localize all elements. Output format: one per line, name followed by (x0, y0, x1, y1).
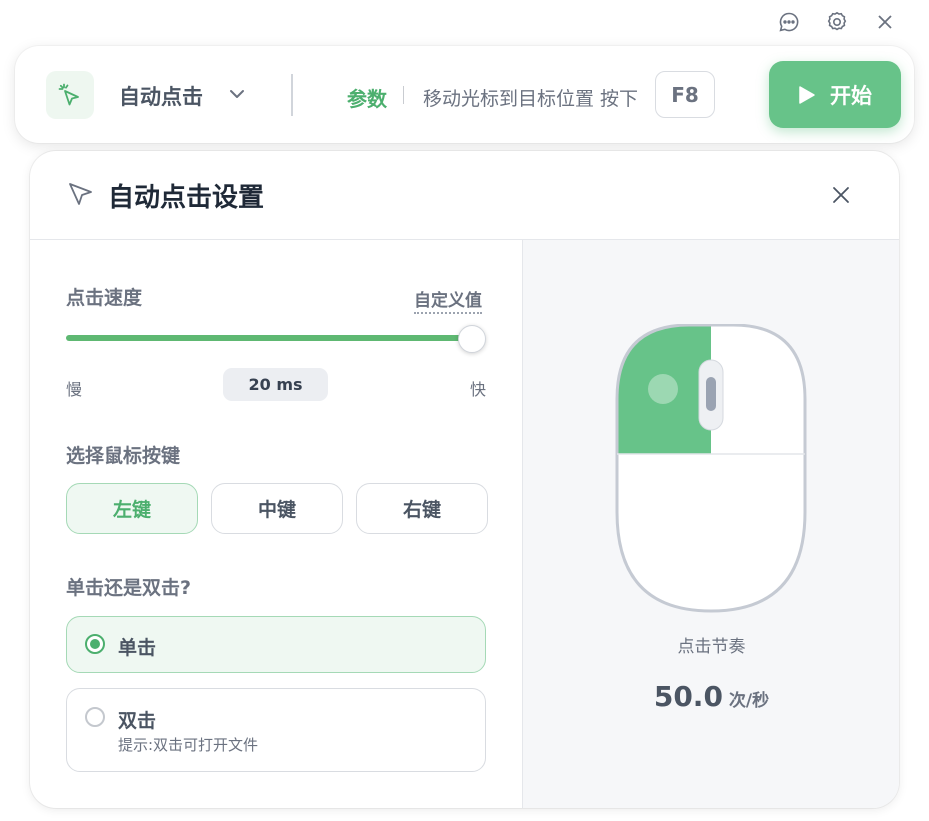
start-button[interactable]: 开始 (769, 61, 901, 128)
preview-pane: 点击节奏 50.0 次/秒 (522, 240, 899, 808)
left-button-option[interactable]: 左键 (66, 483, 198, 534)
window-controls (775, 8, 899, 36)
mouse-button-label: 选择鼠标按键 (66, 445, 181, 467)
gear-icon[interactable] (823, 8, 851, 36)
single-click-option[interactable]: 单击 (66, 616, 486, 673)
right-button-option[interactable]: 右键 (356, 483, 488, 534)
double-click-option[interactable]: 双击 提示:双击可打开文件 (66, 688, 486, 772)
close-icon[interactable] (871, 8, 899, 36)
click-rate: 50.0 次/秒 (523, 680, 899, 713)
settings-panel: 自动点击设置 点击速度 自定义值 慢 20 ms 快 选择鼠标按键 左键 中键 … (30, 151, 899, 808)
params-separator (403, 86, 404, 104)
hotkey-chip[interactable]: F8 (655, 71, 715, 118)
click-type-label: 单击还是双击? (66, 577, 192, 599)
play-icon (799, 85, 815, 104)
close-icon[interactable] (829, 183, 853, 207)
mode-label[interactable]: 自动点击 (119, 81, 203, 111)
click-cursor-icon[interactable] (46, 71, 94, 119)
params-label[interactable]: 参数 (347, 83, 387, 112)
settings-form: 点击速度 自定义值 慢 20 ms 快 选择鼠标按键 左键 中键 右键 单击还是… (30, 240, 522, 808)
speed-label: 点击速度 (66, 287, 143, 309)
cursor-icon (69, 183, 92, 205)
toolbar-divider (291, 74, 293, 116)
speed-slider-track[interactable] (66, 335, 472, 341)
app-window: 自动点击 参数 移动光标到目标位置 按下 F8 开始 自动点击设置 点击速度 自… (0, 0, 929, 821)
chevron-down-icon[interactable] (225, 82, 249, 106)
speed-slider-thumb[interactable] (458, 325, 486, 353)
single-click-label: 单击 (118, 637, 157, 659)
slow-label: 慢 (66, 380, 83, 399)
start-label: 开始 (830, 83, 872, 108)
mouse-illustration-icon (615, 324, 807, 613)
radio-selected-icon (85, 634, 105, 654)
double-click-hint: 提示:双击可打开文件 (118, 736, 259, 754)
radio-unselected-icon (85, 707, 105, 727)
hotkey-hint: 移动光标到目标位置 按下 (423, 88, 639, 110)
custom-value-link[interactable]: 自定义值 (414, 286, 482, 314)
fast-label: 快 (470, 380, 487, 399)
chat-icon[interactable] (775, 8, 803, 36)
mouse-button-group: 左键 中键 右键 (66, 483, 488, 534)
speed-value: 20 ms (223, 368, 328, 401)
panel-title: 自动点击设置 (108, 183, 265, 213)
middle-button-option[interactable]: 中键 (211, 483, 343, 534)
double-click-label: 双击 (118, 710, 157, 732)
rate-value: 50.0 (653, 680, 723, 713)
toolbar: 自动点击 参数 移动光标到目标位置 按下 F8 开始 (15, 46, 914, 143)
rate-unit: 次/秒 (728, 691, 770, 711)
rhythm-label: 点击节奏 (677, 637, 746, 657)
panel-header: 自动点击设置 (30, 151, 899, 240)
